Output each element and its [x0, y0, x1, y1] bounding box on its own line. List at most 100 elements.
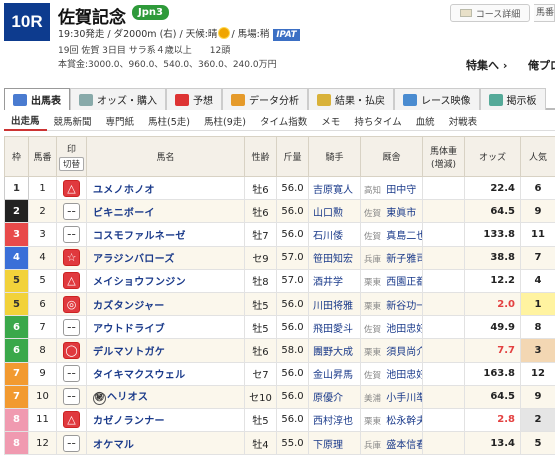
horse-name-link[interactable]: ビキニボーイ	[93, 208, 155, 219]
horse-name-cell[interactable]: デルマソトガケ	[86, 338, 245, 363]
prediction-mark[interactable]: △	[63, 411, 80, 429]
table-row[interactable]: 3 3 -- コスモファルネーゼ 牡7 56.0 石川倭 佐賀 真島二也 133.8 11	[4, 222, 555, 247]
trainer-name-link[interactable]: 新子雅司	[384, 254, 421, 265]
jockey-cell[interactable]: 下原理	[308, 431, 361, 456]
odds-cell[interactable]: 2.8	[464, 407, 521, 433]
jockey-cell[interactable]: 金山昇馬	[308, 361, 361, 386]
ipat-badge[interactable]: IPAT	[273, 29, 300, 41]
horse-name-cell[interactable]: アウトドライブ	[86, 315, 245, 340]
subtab-1[interactable]: 競馬新聞	[47, 111, 99, 131]
odds-cell[interactable]: 7.7	[464, 338, 521, 363]
odds-cell[interactable]: 38.8	[464, 245, 521, 270]
tab-3[interactable]: データ分析	[222, 88, 308, 110]
tab-1[interactable]: オッズ・購入	[70, 88, 166, 110]
jockey-cell[interactable]: 笹田知宏	[308, 245, 361, 270]
odds-cell[interactable]: 13.4	[464, 431, 521, 456]
tab-0[interactable]: 出馬表	[4, 88, 70, 110]
tab-4[interactable]: 結果・払戻	[308, 88, 394, 110]
trainer-cell[interactable]: 佐賀 池田忠好	[360, 361, 423, 386]
orepro-link[interactable]: 俺プロ	[528, 57, 555, 73]
subtab-5[interactable]: タイム指数	[253, 111, 314, 131]
prediction-mark[interactable]: ◎	[63, 295, 80, 313]
horse-name-link[interactable]: カゼノランナー	[93, 416, 165, 427]
jockey-cell[interactable]: 吉原寛人	[308, 175, 361, 201]
prediction-mark[interactable]: --	[63, 225, 80, 243]
mark-cell[interactable]: --	[56, 199, 87, 224]
odds-cell[interactable]: 12.2	[464, 268, 521, 293]
col-odds[interactable]: オッズ	[464, 136, 521, 177]
table-row[interactable]: 2 2 -- ビキニボーイ 牡6 56.0 山口勲 佐賀 東眞市 64.5 9	[4, 199, 555, 224]
horse-name-link[interactable]: タイキマクスウェル	[93, 370, 185, 381]
subtab-6[interactable]: メモ	[314, 111, 347, 131]
table-row[interactable]: 5 6 ◎ カズタンジャー 牡5 56.0 川田将雅 栗東 新谷功一 2.0 1	[4, 291, 555, 317]
horse-name-link[interactable]: アウトドライブ	[93, 324, 165, 335]
horse-name-link[interactable]: アラジンバローズ	[93, 254, 175, 265]
trainer-name-link[interactable]: 東眞市	[384, 208, 416, 219]
tab-5[interactable]: レース映像	[394, 88, 480, 110]
trainer-cell[interactable]: 佐賀 真島二也	[360, 222, 423, 247]
course-detail-button[interactable]: コース詳細	[450, 4, 530, 22]
trainer-cell[interactable]: 栗東 新谷功一	[360, 291, 423, 317]
trainer-cell[interactable]: 栗東 須貝尚介	[360, 338, 423, 363]
prediction-mark[interactable]: --	[63, 202, 80, 220]
jockey-cell[interactable]: 山口勲	[308, 199, 361, 224]
subtab-0[interactable]: 出走馬	[4, 111, 47, 131]
prediction-mark[interactable]: ☆	[63, 249, 80, 267]
trainer-name-link[interactable]: 池田忠好	[384, 324, 421, 335]
table-row[interactable]: 6 7 -- アウトドライブ 牡5 56.0 飛田愛斗 佐賀 池田忠好 49.9 8	[4, 315, 555, 340]
table-row[interactable]: 8 12 -- オケマル 牡4 55.0 下原理 兵庫 盛本信春 13.4 5	[4, 431, 555, 456]
prediction-mark[interactable]: △	[63, 179, 80, 197]
col-waku[interactable]: 枠	[4, 136, 29, 177]
col-weight[interactable]: 斤量	[276, 136, 309, 177]
horse-name-cell[interactable]: ビキニボーイ	[86, 199, 245, 224]
horse-name-cell[interactable]: ユメノホノオ	[86, 175, 245, 201]
table-row[interactable]: 7 10 -- ㊙ヘリオス セ10 56.0 原優介 美浦 小手川準 64.5 9	[4, 384, 555, 409]
trainer-cell[interactable]: 兵庫 新子雅司	[360, 245, 423, 270]
col-pop[interactable]: 人気	[520, 136, 555, 177]
table-row[interactable]: 7 9 -- タイキマクスウェル セ7 56.0 金山昇馬 佐賀 池田忠好 163.8 12	[4, 361, 555, 386]
mark-cell[interactable]: ◯	[56, 338, 87, 363]
odds-cell[interactable]: 49.9	[464, 315, 521, 340]
horse-name-link[interactable]: デルマソトガケ	[93, 347, 165, 358]
trainer-cell[interactable]: 佐賀 池田忠好	[360, 315, 423, 340]
jockey-cell[interactable]: 團野大成	[308, 338, 361, 363]
subtab-4[interactable]: 馬柱(9走)	[197, 111, 253, 131]
mark-cell[interactable]: --	[56, 431, 87, 456]
prediction-mark[interactable]: △	[63, 272, 80, 290]
prediction-mark[interactable]: --	[63, 388, 80, 406]
horse-name-cell[interactable]: アラジンバローズ	[86, 245, 245, 270]
table-row[interactable]: 5 5 △ メイショウフンジン 牡8 57.0 酒井学 栗東 西園正都 12.2 4	[4, 268, 555, 293]
odds-cell[interactable]: 22.4	[464, 175, 521, 201]
col-mark[interactable]: 印切替	[56, 136, 87, 177]
subtab-8[interactable]: 血統	[409, 111, 442, 131]
horse-name-link[interactable]: ユメノホノオ	[93, 185, 155, 196]
horse-name-link[interactable]: ヘリオス	[107, 392, 148, 403]
subtab-7[interactable]: 持ちタイム	[347, 111, 408, 131]
prediction-mark[interactable]: --	[63, 365, 80, 383]
feature-link[interactable]: 特集へ ›	[466, 57, 507, 73]
jockey-cell[interactable]: 酒井学	[308, 268, 361, 293]
horse-name-cell[interactable]: ㊙ヘリオス	[86, 384, 245, 409]
tab-2[interactable]: 予想	[166, 88, 222, 110]
horse-name-cell[interactable]: オケマル	[86, 431, 245, 456]
trainer-name-link[interactable]: 真島二也	[384, 231, 421, 242]
horse-name-cell[interactable]: タイキマクスウェル	[86, 361, 245, 386]
trainer-cell[interactable]: 栗東 西園正都	[360, 268, 423, 293]
trainer-name-link[interactable]: 小手川準	[384, 393, 421, 404]
trainer-cell[interactable]: 佐賀 東眞市	[360, 199, 423, 224]
horse-name-cell[interactable]: カゼノランナー	[86, 407, 245, 433]
trainer-name-link[interactable]: 盛本信春	[384, 440, 421, 451]
odds-cell[interactable]: 2.0	[464, 291, 521, 317]
trainer-cell[interactable]: 栗東 松永幹夫	[360, 407, 423, 433]
umaban-button[interactable]: 馬番	[534, 4, 555, 22]
horse-name-link[interactable]: コスモファルネーゼ	[93, 231, 186, 242]
prediction-mark[interactable]: --	[63, 318, 80, 336]
odds-cell[interactable]: 64.5	[464, 199, 521, 224]
odds-cell[interactable]: 64.5	[464, 384, 521, 409]
trainer-cell[interactable]: 美浦 小手川準	[360, 384, 423, 409]
jockey-cell[interactable]: 原優介	[308, 384, 361, 409]
jockey-cell[interactable]: 川田将雅	[308, 291, 361, 317]
table-row[interactable]: 8 11 △ カゼノランナー 牡5 56.0 西村淳也 栗東 松永幹夫 2.8 2	[4, 407, 555, 433]
mark-cell[interactable]: --	[56, 361, 87, 386]
horse-name-cell[interactable]: メイショウフンジン	[86, 268, 245, 293]
